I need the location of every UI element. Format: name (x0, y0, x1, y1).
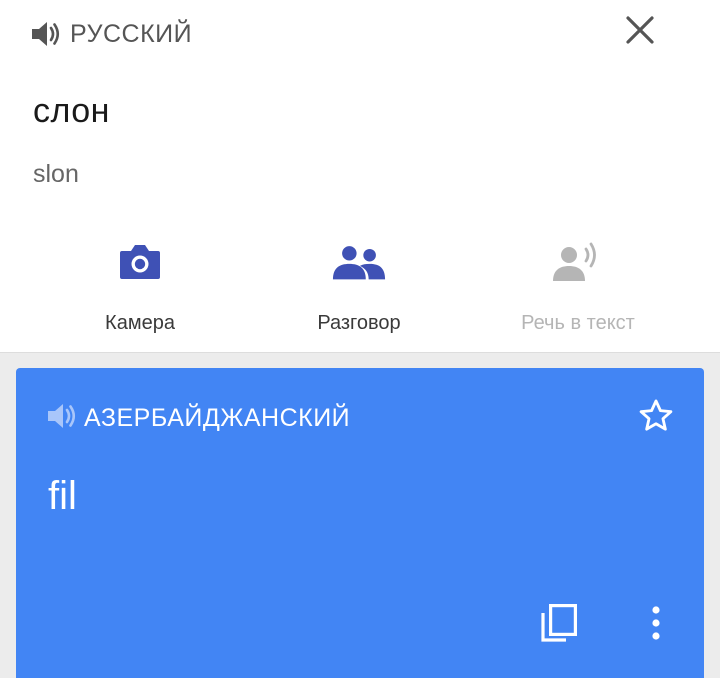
star-outline-icon (637, 397, 675, 440)
source-language-speak-button[interactable]: РУССКИЙ (30, 14, 192, 54)
translation-text[interactable]: fil (48, 474, 77, 519)
camera-label: Камера (105, 312, 175, 334)
people-icon (331, 234, 387, 290)
source-text[interactable]: слон (33, 92, 110, 131)
more-options-button[interactable] (636, 602, 676, 648)
conversation-label: Разговор (317, 312, 401, 334)
source-language-label: РУССКИЙ (70, 19, 193, 48)
close-icon (625, 15, 655, 50)
volume-icon (30, 19, 64, 49)
conversation-button[interactable]: Разговор (269, 230, 449, 340)
result-language-speak-button[interactable]: АЗЕРБАЙДЖАНСКИЙ (46, 398, 350, 438)
result-language-label: АЗЕРБАЙДЖАНСКИЙ (84, 403, 351, 432)
copy-icon (540, 603, 578, 648)
save-to-phrasebook-button[interactable] (634, 396, 678, 440)
speech-to-text-icon (550, 234, 606, 290)
transliteration: slon (33, 160, 79, 188)
camera-button[interactable]: Камера (50, 230, 230, 340)
more-vert-icon (651, 605, 661, 646)
copy-button[interactable] (536, 602, 582, 648)
volume-icon (46, 402, 78, 435)
speech-to-text-button[interactable]: Речь в текст (488, 230, 668, 340)
source-card: РУССКИЙ слон slon Камера Разговор Речь в… (0, 0, 720, 353)
camera-icon (112, 234, 168, 290)
close-button[interactable] (620, 12, 660, 52)
speech-to-text-label: Речь в текст (521, 312, 635, 334)
translation-card: АЗЕРБАЙДЖАНСКИЙ fil (16, 368, 704, 678)
